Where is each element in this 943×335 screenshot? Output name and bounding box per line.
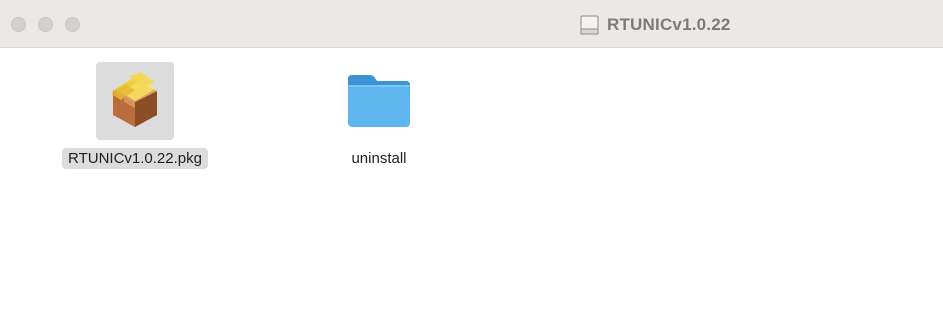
file-item-folder[interactable]: uninstall [319, 62, 439, 169]
file-icon-container[interactable] [96, 62, 174, 140]
window-title-text: RTUNICv1.0.22 [607, 15, 731, 34]
finder-window: RTUNICv1.0.22 RTUNICv1.0.22.pkg uninstal… [0, 0, 943, 335]
file-item-pkg[interactable]: RTUNICv1.0.22.pkg [49, 62, 221, 169]
zoom-button[interactable] [65, 17, 80, 32]
window-title: RTUNICv1.0.22 [580, 14, 731, 36]
folder-icon-container[interactable] [340, 62, 418, 140]
title-bar[interactable]: RTUNICv1.0.22 [0, 0, 943, 48]
folder-icon [348, 75, 410, 127]
disk-image-icon [580, 15, 599, 35]
minimize-button[interactable] [38, 17, 53, 32]
file-name-folder[interactable]: uninstall [345, 148, 412, 169]
package-icon [111, 72, 157, 127]
close-button[interactable] [11, 17, 26, 32]
file-name-pkg[interactable]: RTUNICv1.0.22.pkg [62, 148, 208, 169]
